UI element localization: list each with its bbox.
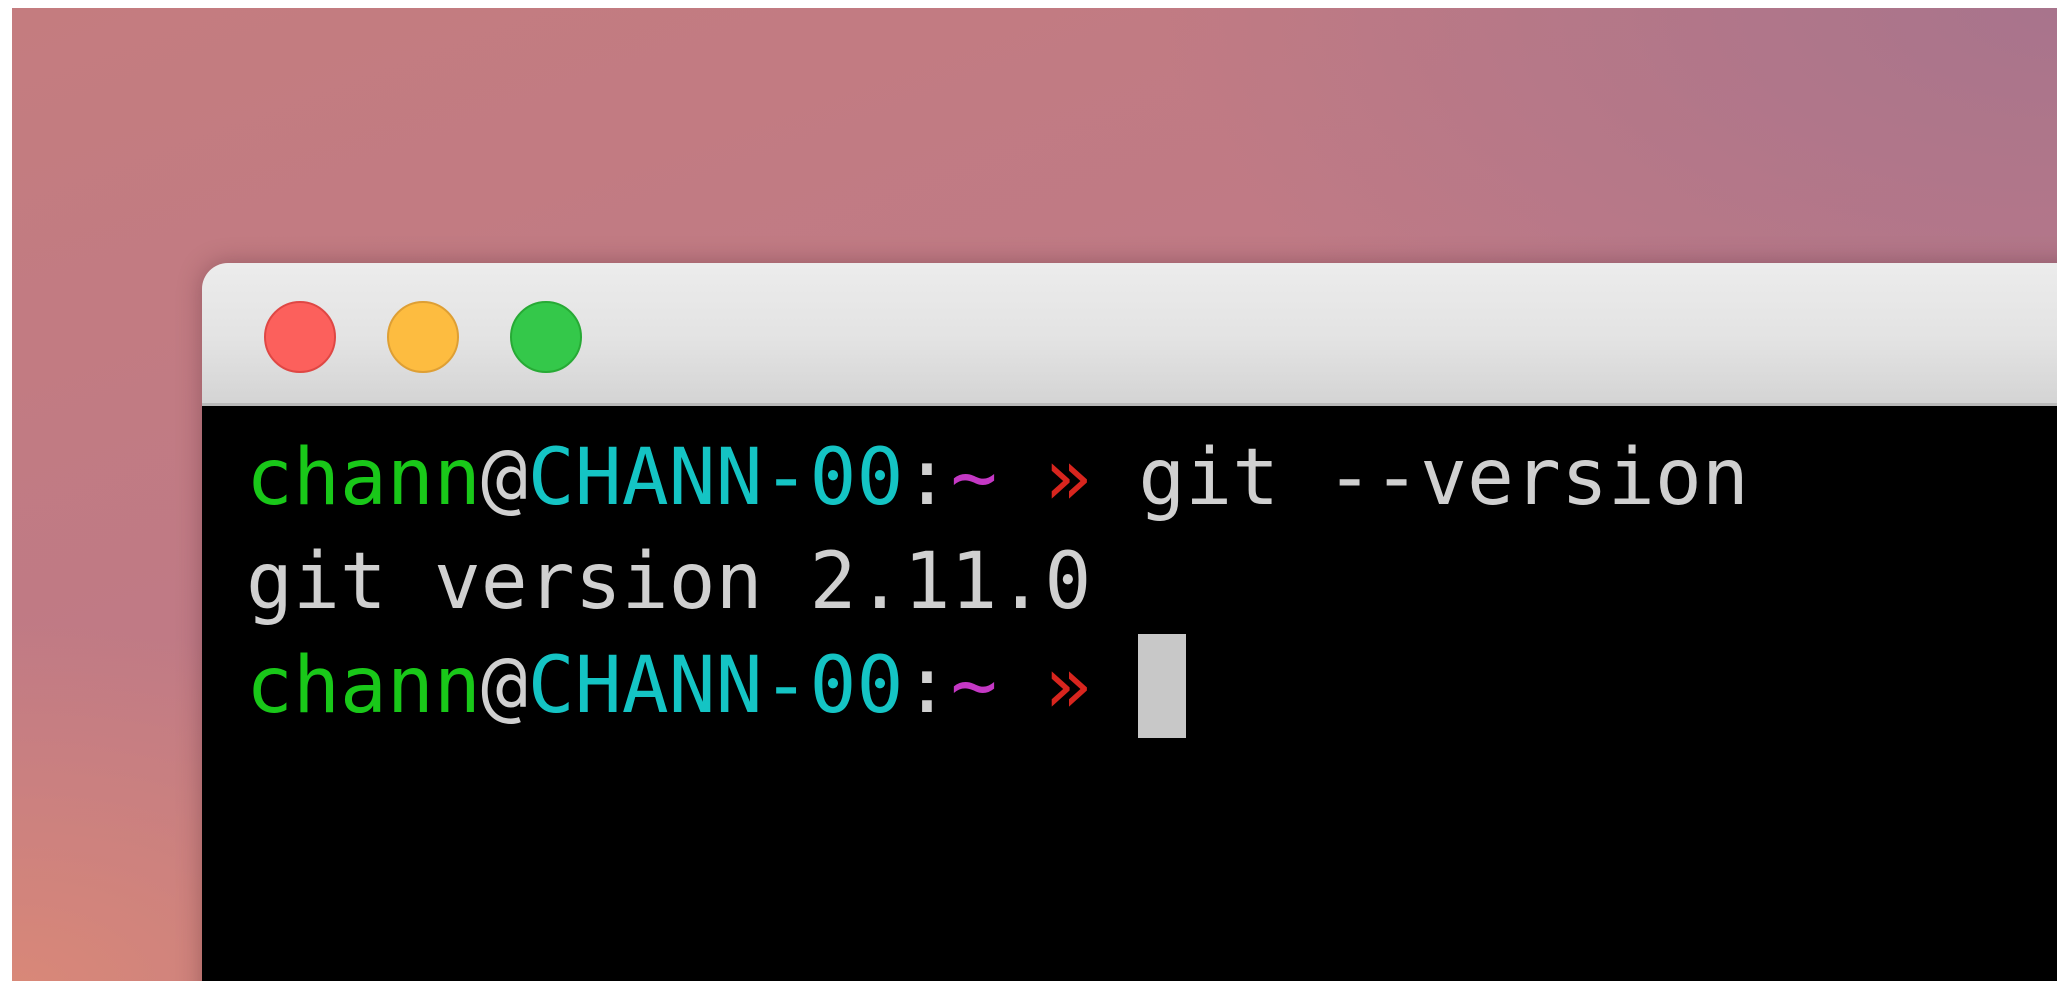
prompt-path: ~ [950,641,998,731]
terminal-line-prompt[interactable]: chann@CHANN-00:~ » [246,634,2057,738]
text-cursor[interactable] [1138,634,1187,738]
prompt-host: CHANN-00 [527,433,904,523]
terminal-output-text: git version 2.11.0 [246,537,1092,627]
desktop-background: chann@CHANN-00:~ » git --version git ver… [12,8,2057,981]
close-window-button[interactable] [264,301,336,373]
prompt-user: chann [246,433,481,523]
terminal-content[interactable]: chann@CHANN-00:~ » git --version git ver… [202,406,2057,981]
prompt-symbol: » [1044,433,1092,523]
prompt-user: chann [246,641,481,731]
prompt-at: @ [480,433,528,523]
prompt-path: ~ [950,433,998,523]
terminal-window[interactable]: chann@CHANN-00:~ » git --version git ver… [202,263,2057,981]
zoom-window-button[interactable] [510,301,582,373]
window-titlebar[interactable] [202,263,2057,406]
prompt-colon: : [903,433,951,523]
prompt-symbol: » [1044,641,1092,731]
terminal-line-output: git version 2.11.0 [246,530,2057,634]
prompt-host: CHANN-00 [527,641,904,731]
terminal-command: git --version [1138,433,1749,523]
minimize-window-button[interactable] [387,301,459,373]
prompt-colon: : [903,641,951,731]
terminal-line-prompt: chann@CHANN-00:~ » git --version [246,426,2057,530]
prompt-at: @ [480,641,528,731]
